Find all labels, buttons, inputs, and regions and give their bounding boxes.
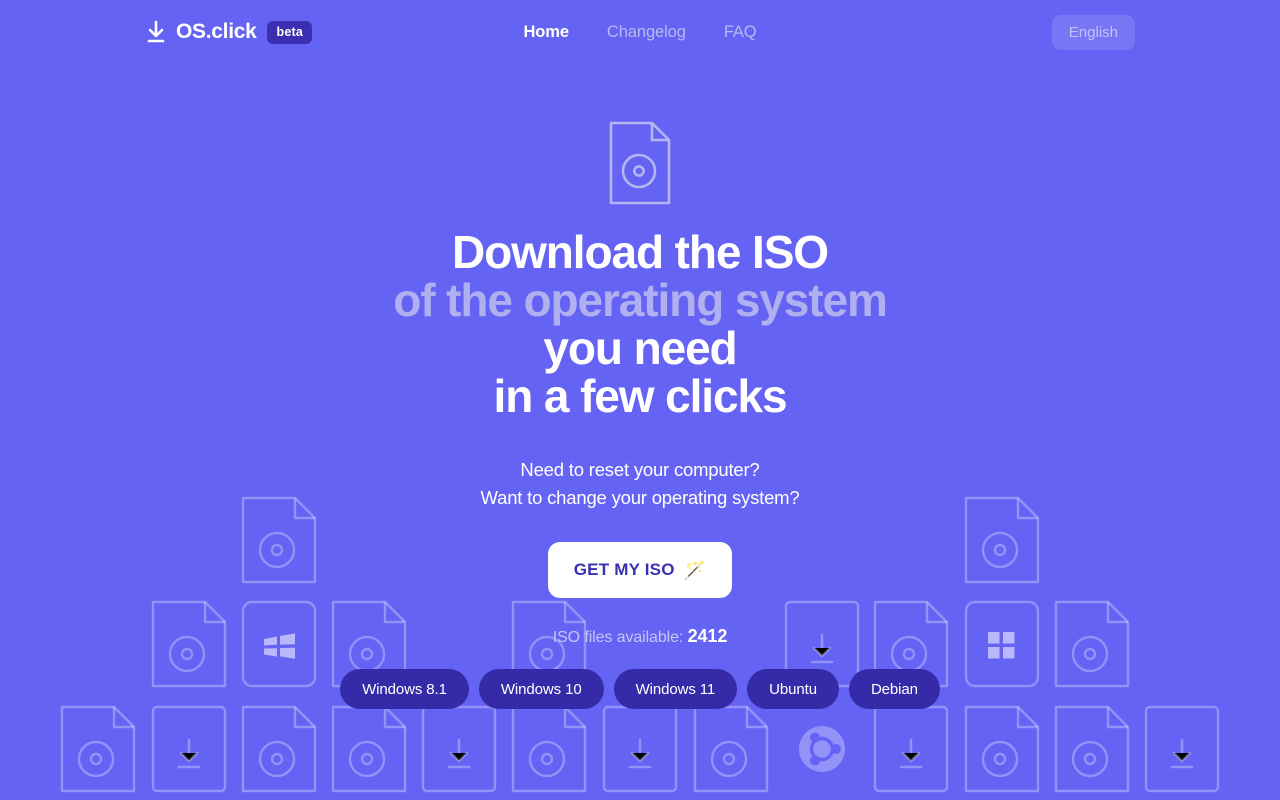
os-tag-windows-11[interactable]: Windows 11 xyxy=(613,669,738,709)
headline-line-1: Download the ISO xyxy=(452,226,829,278)
brand-logo[interactable]: OS.click beta xyxy=(145,20,312,44)
subtitle-line-2: Want to change your operating system? xyxy=(480,487,800,508)
magic-wand-icon: 🪄 xyxy=(683,559,707,580)
os-tag-ubuntu[interactable]: Ubuntu xyxy=(747,669,839,709)
iso-count-value: 2412 xyxy=(687,626,728,646)
os-tag-windows-81[interactable]: Windows 8.1 xyxy=(340,669,469,709)
hero-subtitle: Need to reset your computer? Want to cha… xyxy=(481,456,800,512)
language-switcher[interactable]: English xyxy=(1051,14,1135,50)
beta-badge: beta xyxy=(267,20,312,44)
os-tag-debian[interactable]: Debian xyxy=(848,669,940,709)
headline-line-4: in a few clicks xyxy=(493,370,788,422)
page-title: Download the ISO of the operating system… xyxy=(393,226,888,422)
site-header: OS.click beta Home Changelog FAQ English xyxy=(0,0,1280,64)
hero-section: Download the ISO of the operating system… xyxy=(0,0,1280,800)
download-icon xyxy=(145,20,167,44)
headline-line-2: of the operating system xyxy=(393,274,888,326)
nav-item-changelog[interactable]: Changelog xyxy=(607,23,686,42)
nav-item-home[interactable]: Home xyxy=(523,23,569,42)
iso-count-status: ISO files available: 2412 xyxy=(553,626,728,647)
brand-name: OS.click xyxy=(176,20,257,43)
get-my-iso-button[interactable]: GET MY ISO 🪄 xyxy=(547,542,733,598)
iso-file-icon xyxy=(608,120,672,206)
nav-item-faq[interactable]: FAQ xyxy=(724,23,757,42)
subtitle-line-1: Need to reset your computer? xyxy=(520,459,760,480)
os-tag-windows-10[interactable]: Windows 10 xyxy=(478,669,604,709)
iso-count-label: ISO files available: xyxy=(552,629,684,646)
os-tag-list: Windows 8.1 Windows 10 Windows 11 Ubuntu… xyxy=(340,669,940,709)
headline-line-3: you need xyxy=(543,322,737,374)
cta-label: GET MY ISO xyxy=(573,560,675,579)
